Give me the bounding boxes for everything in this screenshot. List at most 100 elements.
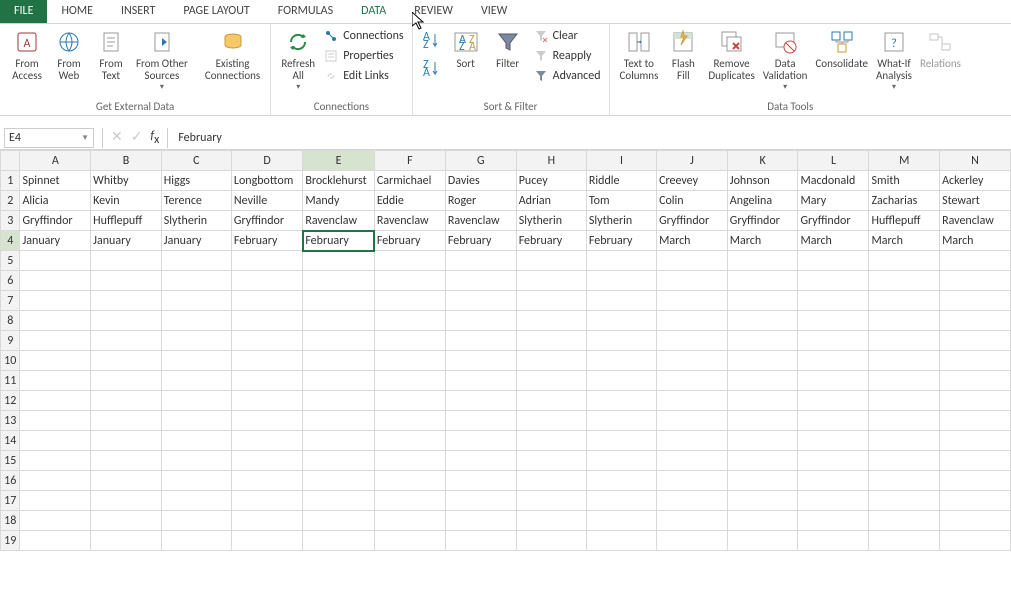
cell[interactable]: January [91, 231, 162, 251]
row-header[interactable]: 5 [1, 251, 20, 271]
cell[interactable] [20, 491, 91, 511]
cell[interactable] [231, 451, 302, 471]
cell[interactable] [798, 351, 869, 371]
cell[interactable]: February [445, 231, 516, 251]
column-header[interactable]: F [374, 151, 445, 171]
cell[interactable] [727, 351, 798, 371]
cell[interactable] [91, 431, 162, 451]
cell[interactable] [20, 351, 91, 371]
column-header[interactable]: H [516, 151, 586, 171]
cell[interactable] [727, 391, 798, 411]
cell[interactable] [798, 271, 869, 291]
cell[interactable] [303, 351, 375, 371]
cell[interactable] [231, 331, 302, 351]
cell[interactable]: Johnson [727, 171, 798, 191]
cell[interactable]: Pucey [516, 171, 586, 191]
cell[interactable]: Gryffindor [20, 211, 91, 231]
cell[interactable] [586, 271, 656, 291]
filter-button[interactable]: Filter [487, 26, 529, 72]
consolidate-button[interactable]: Consolidate [811, 26, 872, 72]
cell[interactable] [445, 411, 516, 431]
cell[interactable]: Alicia [20, 191, 91, 211]
cell[interactable] [91, 511, 162, 531]
cell[interactable] [516, 311, 586, 331]
row-header[interactable]: 13 [1, 411, 20, 431]
cell[interactable] [586, 291, 656, 311]
cell[interactable] [657, 251, 728, 271]
cell[interactable] [798, 371, 869, 391]
cell[interactable] [374, 531, 445, 551]
cell[interactable] [727, 511, 798, 531]
cell[interactable] [445, 291, 516, 311]
cell[interactable] [516, 531, 586, 551]
cell[interactable] [303, 451, 375, 471]
cell[interactable] [657, 411, 728, 431]
cell[interactable] [20, 331, 91, 351]
cell[interactable] [231, 411, 302, 431]
tab-file[interactable]: FILE [0, 0, 47, 23]
cell[interactable] [303, 511, 375, 531]
row-header[interactable]: 18 [1, 511, 20, 531]
cell[interactable]: Whitby [91, 171, 162, 191]
cell[interactable] [231, 391, 302, 411]
what-if-analysis-button[interactable]: ?What-If Analysis▾ [872, 26, 916, 94]
cell[interactable] [516, 351, 586, 371]
cell[interactable] [516, 391, 586, 411]
cell[interactable] [91, 331, 162, 351]
cell[interactable] [869, 291, 940, 311]
cell[interactable] [161, 411, 231, 431]
from-web-button[interactable]: From Web [48, 26, 90, 84]
row-header[interactable]: 2 [1, 191, 20, 211]
cell[interactable] [91, 411, 162, 431]
cell[interactable] [869, 491, 940, 511]
cell[interactable] [20, 311, 91, 331]
cell[interactable]: Ackerley [940, 171, 1011, 191]
column-header[interactable]: N [940, 151, 1011, 171]
from-access-button[interactable]: AFrom Access [6, 26, 48, 84]
cell[interactable]: Stewart [940, 191, 1011, 211]
cell[interactable] [516, 471, 586, 491]
cell[interactable] [20, 391, 91, 411]
cell[interactable]: Angelina [727, 191, 798, 211]
cell[interactable] [445, 371, 516, 391]
cell[interactable]: Riddle [586, 171, 656, 191]
cell[interactable] [657, 471, 728, 491]
cell[interactable]: Smith [869, 171, 940, 191]
cell[interactable] [231, 311, 302, 331]
cell[interactable]: Neville [231, 191, 302, 211]
cell[interactable] [20, 511, 91, 531]
cell[interactable] [798, 331, 869, 351]
cell[interactable]: Terence [161, 191, 231, 211]
cell[interactable]: Spinnet [20, 171, 91, 191]
cell[interactable] [374, 491, 445, 511]
cell[interactable]: Ravenclaw [374, 211, 445, 231]
cell[interactable] [374, 391, 445, 411]
cell[interactable] [374, 371, 445, 391]
cell[interactable]: Longbottom [231, 171, 302, 191]
cell[interactable]: March [798, 231, 869, 251]
cell[interactable] [374, 251, 445, 271]
cell[interactable] [516, 251, 586, 271]
cell[interactable] [657, 511, 728, 531]
cell[interactable] [940, 371, 1011, 391]
cell[interactable] [940, 451, 1011, 471]
cell[interactable] [20, 291, 91, 311]
cell[interactable] [231, 531, 302, 551]
row-header[interactable]: 11 [1, 371, 20, 391]
cell[interactable] [445, 311, 516, 331]
cell[interactable] [869, 451, 940, 471]
cell[interactable]: Zacharias [869, 191, 940, 211]
flash-fill-button[interactable]: Flash Fill [662, 26, 704, 84]
cell[interactable]: Slytherin [161, 211, 231, 231]
column-header[interactable]: D [231, 151, 302, 171]
cell[interactable] [91, 531, 162, 551]
cell[interactable] [374, 511, 445, 531]
cell[interactable] [445, 351, 516, 371]
cell[interactable] [445, 391, 516, 411]
cell[interactable] [231, 271, 302, 291]
cell[interactable] [161, 491, 231, 511]
column-header[interactable]: M [869, 151, 940, 171]
tab-data[interactable]: DATA [347, 0, 400, 23]
refresh-all-button[interactable]: Refresh All▾ [277, 26, 319, 94]
cell[interactable]: Higgs [161, 171, 231, 191]
